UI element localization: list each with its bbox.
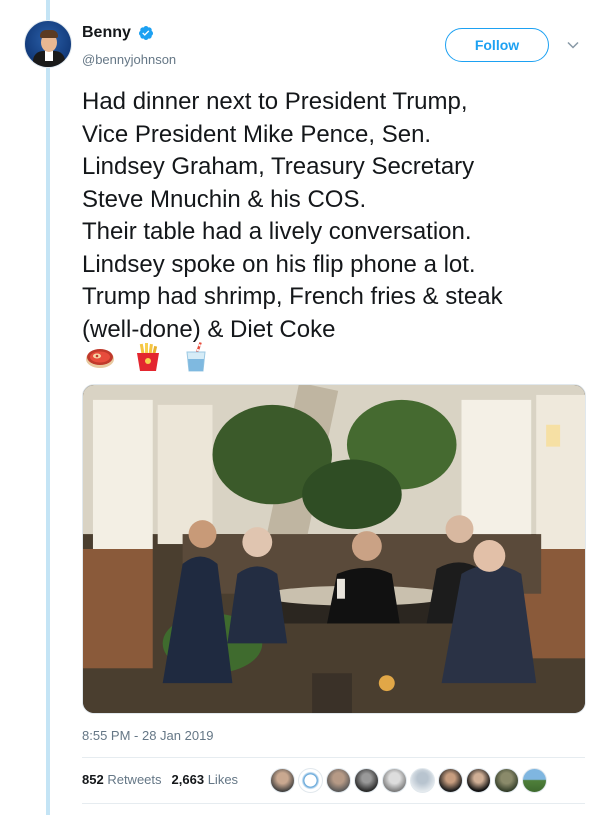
liker-avatar[interactable] bbox=[466, 768, 491, 793]
divider bbox=[82, 803, 585, 804]
likes-count: 2,663 bbox=[171, 772, 205, 787]
tweet-line: Steve Mnuchin & his COS. bbox=[82, 185, 367, 213]
tweet-text: Had dinner next to President Trump, Vice… bbox=[82, 86, 602, 346]
thread-line bbox=[46, 0, 50, 815]
liker-avatar[interactable] bbox=[522, 768, 547, 793]
liker-avatar[interactable] bbox=[354, 768, 379, 793]
tweet-line: Their table had a lively conversation. bbox=[82, 218, 472, 245]
retweets-stat[interactable]: 852 Retweets bbox=[82, 772, 162, 787]
engagement-stats: 852 Retweets 2,663 Likes bbox=[82, 772, 238, 787]
liker-avatar[interactable] bbox=[298, 768, 323, 793]
cup-with-straw-emoji-icon bbox=[186, 342, 206, 372]
liker-avatar[interactable] bbox=[382, 768, 407, 793]
tweet-line: Vice President Mike Pence, Sen. bbox=[82, 120, 432, 148]
liker-avatar[interactable] bbox=[326, 768, 351, 793]
likes-stat[interactable]: 2,663 Likes bbox=[172, 772, 239, 787]
user-handle[interactable]: @bennyjohnson bbox=[82, 52, 176, 67]
tweet-line: Had dinner next to President Trump, bbox=[82, 88, 468, 115]
liker-avatar[interactable] bbox=[410, 768, 435, 793]
retweets-count: 852 bbox=[82, 772, 104, 787]
liker-avatars bbox=[270, 768, 547, 793]
display-name[interactable]: Benny bbox=[82, 24, 131, 42]
verified-badge-icon bbox=[139, 26, 154, 40]
emoji-row bbox=[84, 340, 212, 374]
likes-label: Likes bbox=[207, 772, 239, 787]
restaurant-dinner-photo[interactable] bbox=[82, 384, 586, 714]
divider bbox=[82, 757, 585, 758]
tweet-line: Trump had shrimp, French fries & steak bbox=[82, 283, 503, 310]
chevron-down-icon[interactable] bbox=[566, 38, 580, 52]
french-fries-emoji-icon bbox=[137, 343, 159, 371]
tweet-timestamp[interactable]: 8:55 PM - 28 Jan 2019 bbox=[82, 728, 214, 743]
tweet-line: Lindsey Graham, Treasury Secretary bbox=[82, 153, 475, 180]
follow-button[interactable]: Follow bbox=[445, 28, 549, 62]
tweet-line: Lindsey spoke on his flip phone a lot. bbox=[82, 250, 476, 278]
liker-avatar[interactable] bbox=[270, 768, 295, 793]
retweets-label: Retweets bbox=[107, 772, 162, 787]
liker-avatar[interactable] bbox=[494, 768, 519, 793]
steak-emoji-icon bbox=[86, 349, 114, 368]
liker-avatar[interactable] bbox=[438, 768, 463, 793]
user-name-row[interactable]: Benny bbox=[82, 24, 154, 42]
avatar-icon[interactable] bbox=[24, 20, 72, 68]
